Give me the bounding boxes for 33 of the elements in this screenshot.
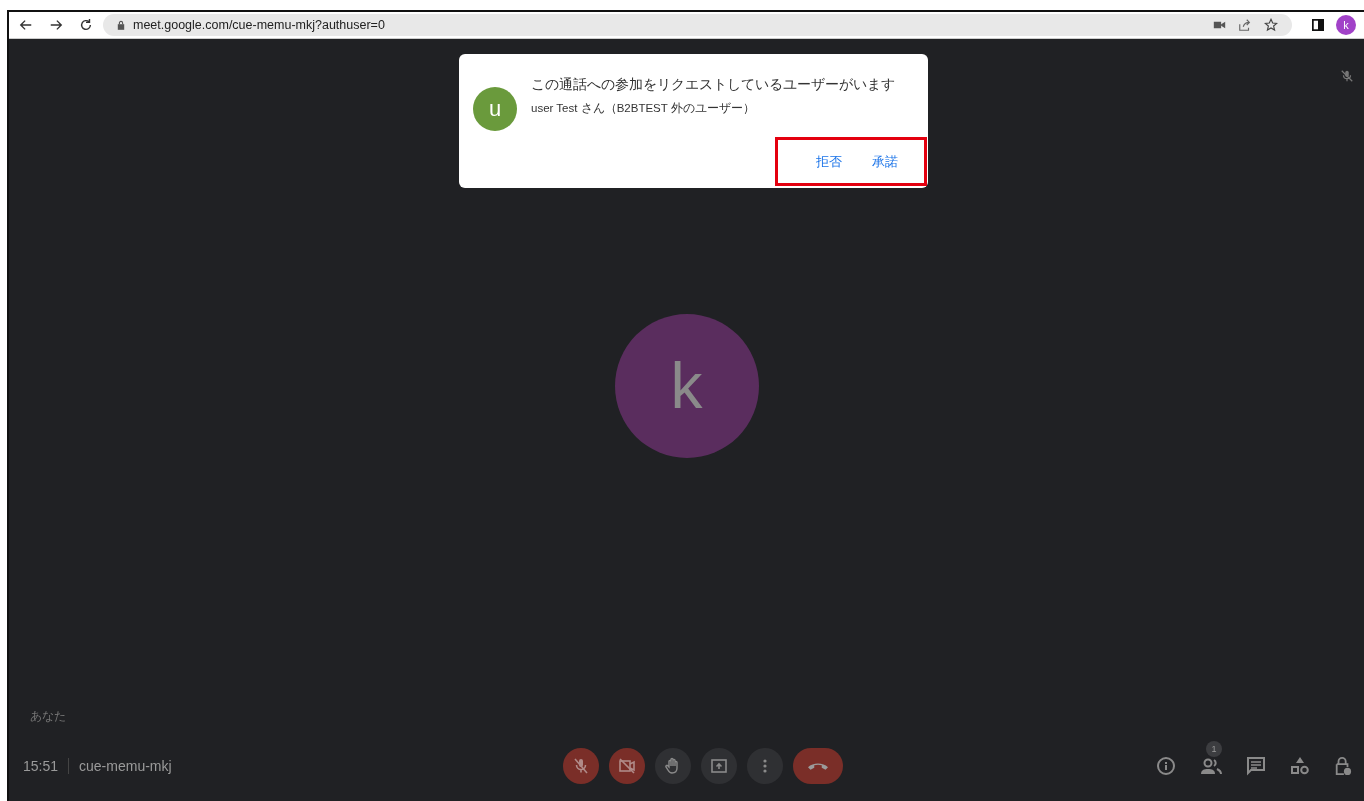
share-icon[interactable] bbox=[1238, 18, 1252, 32]
camera-off-icon bbox=[617, 756, 637, 776]
end-call-button[interactable] bbox=[793, 748, 843, 784]
info-icon[interactable] bbox=[1156, 756, 1176, 776]
deny-button[interactable]: 拒否 bbox=[812, 152, 846, 173]
present-screen-icon bbox=[709, 756, 729, 776]
microphone-button[interactable] bbox=[563, 748, 599, 784]
meeting-code: cue-memu-mkj bbox=[79, 758, 172, 774]
participant-avatar: k bbox=[614, 314, 759, 458]
profile-avatar[interactable]: k bbox=[1336, 15, 1356, 35]
mic-off-icon bbox=[571, 756, 591, 776]
lock-person-icon[interactable] bbox=[1334, 756, 1352, 776]
shapes-icon[interactable] bbox=[1290, 756, 1310, 776]
admit-button[interactable]: 承諾 bbox=[868, 152, 902, 173]
lock-icon bbox=[117, 20, 125, 30]
more-vertical-icon bbox=[763, 759, 767, 773]
camera-button[interactable] bbox=[609, 748, 645, 784]
requester-name: user Test さん（B2BTEST 外のユーザー） bbox=[531, 101, 756, 116]
people-icon[interactable] bbox=[1200, 757, 1222, 775]
user-avatar: u bbox=[473, 87, 517, 131]
video-camera-icon[interactable] bbox=[1213, 20, 1226, 30]
raise-hand-button[interactable] bbox=[655, 748, 691, 784]
chat-icon[interactable] bbox=[1246, 756, 1266, 776]
request-message: この通話への参加をリクエストしているユーザーがいます bbox=[531, 75, 896, 94]
participant-name: あなた bbox=[30, 708, 66, 725]
side-panel-icon[interactable] bbox=[1312, 19, 1324, 31]
participant-count-badge: 1 bbox=[1206, 741, 1222, 757]
phone-handset-icon bbox=[808, 761, 828, 771]
clock-time: 15:51 bbox=[23, 758, 59, 774]
star-icon[interactable] bbox=[1264, 18, 1278, 32]
present-button[interactable] bbox=[701, 748, 737, 784]
address-bar[interactable]: meet.google.com/cue-memu-mkj?authuser=0 bbox=[103, 14, 1292, 36]
url-text: meet.google.com/cue-memu-mkj?authuser=0 bbox=[133, 18, 385, 32]
